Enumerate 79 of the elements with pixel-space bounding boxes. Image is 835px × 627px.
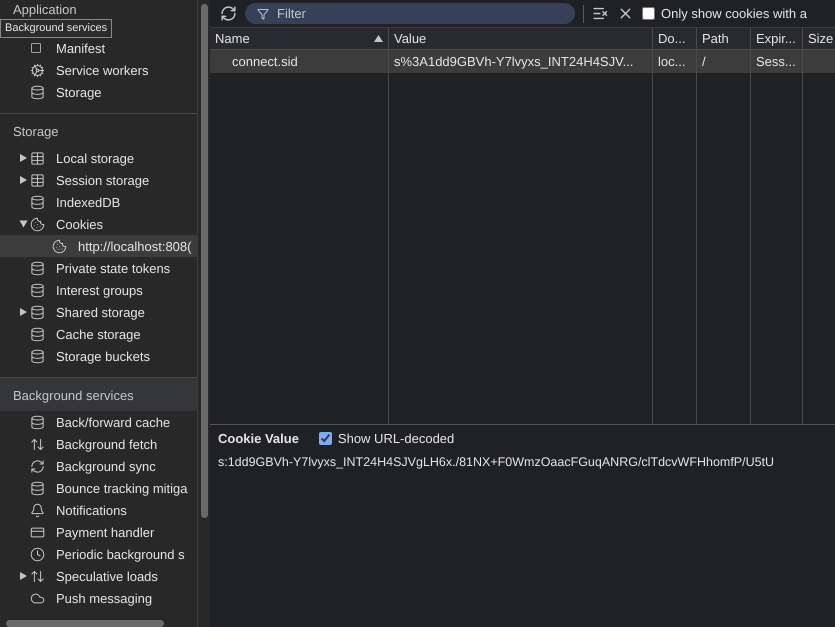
gears-icon [30,62,45,78]
triangle-icon[interactable] [20,220,28,228]
tree-item[interactable]: Speculative loads [0,565,197,587]
tree-item[interactable]: Cache storage [0,323,197,345]
column-header[interactable]: Name [210,28,389,50]
tree-item[interactable]: Storage buckets [0,345,197,367]
tree-item[interactable]: Back/forward cache [0,411,197,433]
column-header[interactable]: Expir... [751,28,803,50]
column-header[interactable]: Path [697,28,751,50]
refresh-button[interactable] [220,5,237,22]
section-heading: Application [12,1,78,17]
tree-item[interactable]: Bounce tracking mitiga [0,477,197,499]
table-icon [30,172,45,188]
tree-item[interactable]: Session storage [0,169,197,191]
filter-bar[interactable]: Filter [245,3,575,24]
checkbox[interactable] [642,7,655,20]
table-cell: s%3A1dd9GBVh-Y7lvyxs_INT24H4SJV... [389,50,653,73]
file-icon [30,42,42,54]
database-icon [30,282,45,298]
clock-icon [30,546,45,562]
tree-item[interactable]: Private state tokens [0,257,197,279]
tree-item[interactable]: Background sync [0,455,197,477]
bell-icon [30,502,45,518]
cloud-icon [30,590,45,606]
database-icon [30,480,45,496]
tree-item[interactable]: Storage [0,81,197,103]
triangle-icon[interactable] [20,154,27,162]
scrollbar-thumb[interactable] [200,4,208,518]
card-icon [30,524,45,540]
tooltip: Background services [0,19,112,38]
tree-item[interactable]: Service workers [0,59,197,81]
tree-item[interactable]: Background fetch [0,433,197,455]
clear-filtered-button[interactable] [592,5,609,22]
table-cell [803,50,835,73]
cookie-value-heading: Cookie Value [218,431,299,446]
checkbox-label: Only show cookies with a [661,6,807,21]
tree-item[interactable]: IndexedDB [0,191,197,213]
cookie-icon [30,216,45,232]
tree-item[interactable]: Local storage [0,147,197,169]
table-cell: connect.sid [210,50,389,73]
database-icon [30,348,45,364]
database-icon [30,414,45,430]
database-icon [30,304,45,320]
tree-item[interactable]: Notifications [0,499,197,521]
column-header[interactable]: Do... [653,28,697,50]
table-cell: loc... [653,50,697,73]
tree-item[interactable]: Cookies [0,213,197,235]
triangle-icon[interactable] [20,176,27,184]
tree-item[interactable]: Push messaging [0,587,197,609]
tree-item[interactable]: Periodic background s [0,543,197,565]
column-header[interactable]: Value [389,28,653,50]
cookie-icon [52,238,67,254]
scrollbar-thumb[interactable] [6,620,164,626]
database-icon [30,260,45,276]
filter-input[interactable]: Filter [275,5,559,22]
column-header[interactable]: Size [803,28,835,50]
tree-item[interactable]: Shared storage [0,301,197,323]
tree-item[interactable]: Manifest [0,37,197,59]
table-cell: Sess... [751,50,803,73]
tree-item[interactable]: Payment handler [0,521,197,543]
section-heading: Storage [12,123,60,141]
updown-icon [30,568,45,584]
database-icon [30,326,45,342]
sort-triangle-icon [374,35,383,42]
checkbox-label: Show URL-decoded [338,431,454,446]
triangle-icon[interactable] [20,308,27,316]
triangle-icon[interactable] [20,572,27,580]
updown-icon [30,436,45,452]
filter-icon [257,8,269,20]
table-icon [30,150,45,166]
checkbox[interactable] [318,432,332,445]
database-icon [30,84,45,100]
table-cell: / [697,50,751,73]
tree-item[interactable]: Interest groups [0,279,197,301]
sync-icon [30,458,45,474]
database-icon [30,194,45,210]
section-heading: Background services [0,378,197,411]
tree-item[interactable]: http://localhost:808( [0,235,197,257]
cookie-value-text: s:1dd9GBVh-Y7lvyxs_INT24H4SJVgLH6x./81NX+F0WmzOaacFGuqANRG/clTdcvWFHhomfP/U5tU [218,455,776,469]
